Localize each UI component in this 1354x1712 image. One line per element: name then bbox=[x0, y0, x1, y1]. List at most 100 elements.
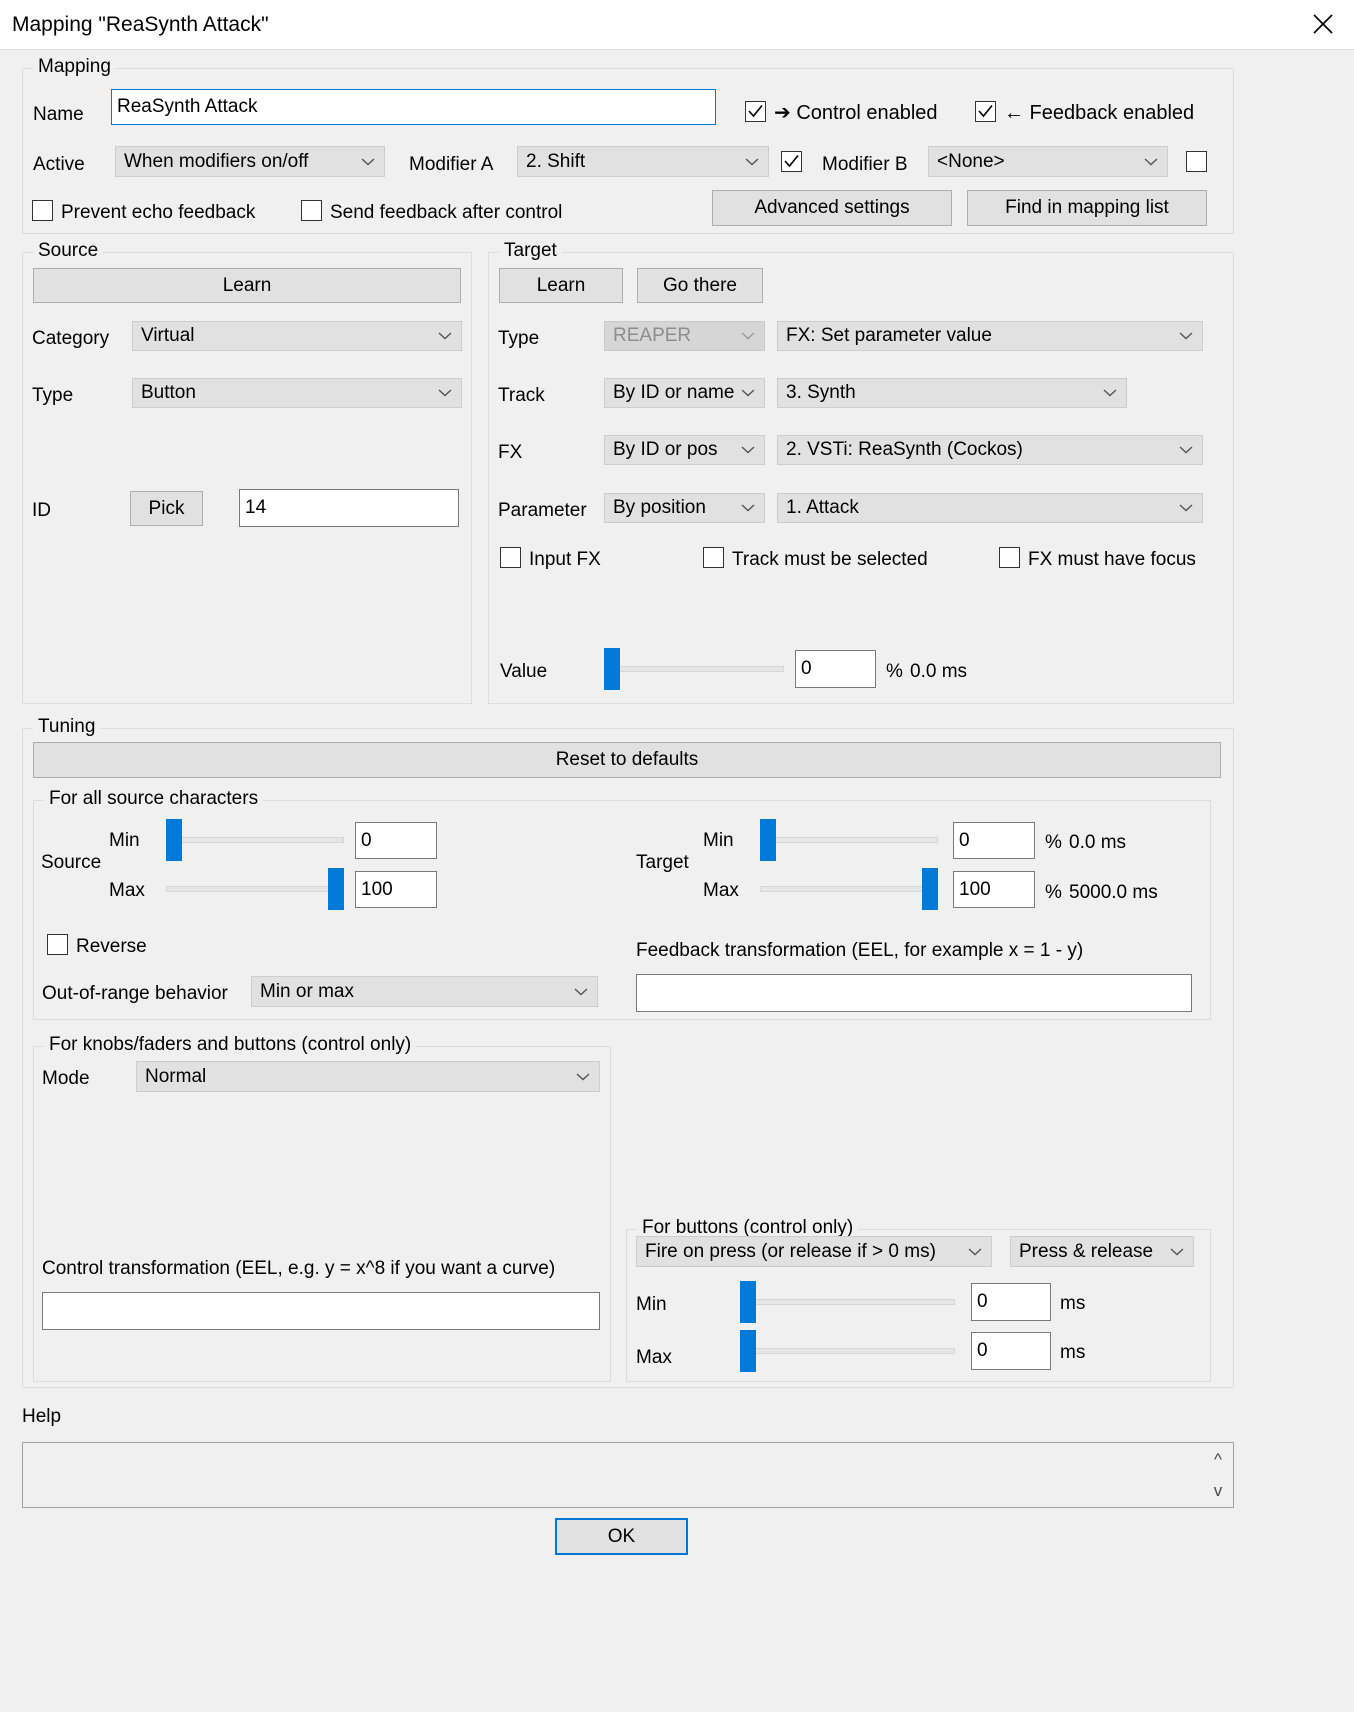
source-min-input[interactable] bbox=[355, 822, 437, 859]
control-enabled-checkbox[interactable] bbox=[745, 101, 766, 122]
slider-thumb[interactable] bbox=[922, 868, 938, 910]
target-track-mode-select[interactable]: By ID or name bbox=[604, 378, 765, 408]
find-in-mapping-list-button[interactable]: Find in mapping list bbox=[967, 190, 1207, 226]
target-value-slider[interactable] bbox=[604, 648, 784, 690]
target-value-input[interactable] bbox=[795, 650, 876, 688]
source-pick-button[interactable]: Pick bbox=[130, 491, 203, 526]
target-max-input[interactable] bbox=[953, 871, 1035, 908]
chevron-down-icon bbox=[1103, 389, 1117, 398]
control-enabled-label: ➔ Control enabled bbox=[774, 102, 938, 124]
target-fx-value: 2. VSTi: ReaSynth (Cockos) bbox=[786, 439, 1023, 460]
slider-track bbox=[166, 886, 344, 892]
source-learn-button[interactable]: Learn bbox=[33, 268, 461, 303]
mode-select[interactable]: Normal bbox=[136, 1061, 600, 1092]
source-category-value: Virtual bbox=[141, 325, 195, 346]
slider-track bbox=[604, 666, 784, 672]
source-group: Source bbox=[22, 240, 472, 704]
track-must-be-selected-checkbox[interactable] bbox=[703, 547, 724, 568]
source-min-slider[interactable] bbox=[166, 819, 344, 861]
button-min-slider[interactable] bbox=[740, 1281, 955, 1323]
close-icon[interactable] bbox=[1292, 0, 1354, 48]
modifier-a-select[interactable]: 2. Shift bbox=[517, 146, 769, 177]
reset-to-defaults-button[interactable]: Reset to defaults bbox=[33, 742, 1221, 778]
chevron-down-icon[interactable]: v bbox=[1214, 1482, 1223, 1499]
target-fx-mode-select[interactable]: By ID or pos bbox=[604, 435, 765, 465]
control-transformation-input[interactable] bbox=[42, 1292, 600, 1330]
target-parameter-select[interactable]: 1. Attack bbox=[777, 493, 1203, 523]
button-min-input[interactable] bbox=[971, 1283, 1051, 1321]
reverse-checkbox[interactable] bbox=[47, 934, 68, 955]
target-go-there-button[interactable]: Go there bbox=[637, 268, 763, 303]
chevron-down-icon bbox=[741, 389, 755, 398]
send-feedback-after-control-label: Send feedback after control bbox=[330, 202, 563, 223]
control-transformation-label: Control transformation (EEL, e.g. y = x^… bbox=[42, 1258, 556, 1279]
advanced-settings-button[interactable]: Advanced settings bbox=[712, 190, 952, 226]
target-min-slider[interactable] bbox=[760, 819, 938, 861]
modifier-a-checkbox[interactable] bbox=[781, 151, 802, 172]
slider-track bbox=[760, 886, 938, 892]
prevent-echo-feedback-checkbox[interactable] bbox=[32, 200, 53, 221]
all-source-characters-legend: For all source characters bbox=[44, 788, 264, 810]
feedback-enabled-label: ← Feedback enabled bbox=[1004, 102, 1195, 124]
chevron-down-icon bbox=[438, 389, 452, 398]
button-max-slider[interactable] bbox=[740, 1330, 955, 1372]
target-fx-select[interactable]: 2. VSTi: ReaSynth (Cockos) bbox=[777, 435, 1203, 465]
help-scrollbar[interactable]: ^ v bbox=[1207, 1443, 1229, 1507]
slider-thumb[interactable] bbox=[166, 819, 182, 861]
chevron-down-icon bbox=[741, 504, 755, 513]
slider-thumb[interactable] bbox=[328, 868, 344, 910]
slider-thumb[interactable] bbox=[740, 1281, 756, 1323]
button-max-input[interactable] bbox=[971, 1332, 1051, 1370]
chevron-down-icon bbox=[1179, 446, 1193, 455]
target-learn-button[interactable]: Learn bbox=[499, 268, 623, 303]
input-fx-checkbox[interactable] bbox=[500, 547, 521, 568]
chevron-down-icon bbox=[1144, 157, 1158, 166]
active-select-value: When modifiers on/off bbox=[124, 150, 309, 172]
feedback-enabled-checkbox[interactable] bbox=[975, 101, 996, 122]
feedback-transformation-input[interactable] bbox=[636, 974, 1192, 1012]
send-feedback-after-control-checkbox[interactable] bbox=[301, 200, 322, 221]
target-fx-label: FX bbox=[498, 442, 523, 463]
modifier-a-select-value: 2. Shift bbox=[526, 150, 586, 172]
name-input[interactable] bbox=[111, 89, 716, 125]
target-parameter-mode-select[interactable]: By position bbox=[604, 493, 765, 523]
slider-thumb[interactable] bbox=[740, 1330, 756, 1372]
target-min-input[interactable] bbox=[953, 822, 1035, 859]
target-track-mode-value: By ID or name bbox=[613, 382, 735, 403]
target-type-value: FX: Set parameter value bbox=[786, 325, 992, 346]
slider-track bbox=[740, 1348, 955, 1354]
button-min-unit: ms bbox=[1060, 1293, 1086, 1314]
target-type-select[interactable]: FX: Set parameter value bbox=[777, 321, 1203, 351]
out-of-range-behavior-select[interactable]: Min or max bbox=[251, 976, 598, 1007]
source-type-select[interactable]: Button bbox=[132, 378, 462, 408]
help-textarea[interactable]: ^ v bbox=[22, 1442, 1234, 1508]
fire-mode-select[interactable]: Fire on press (or release if > 0 ms) bbox=[636, 1236, 992, 1267]
slider-track bbox=[166, 837, 344, 843]
slider-thumb[interactable] bbox=[604, 648, 620, 690]
target-max-unit: % bbox=[1045, 882, 1062, 903]
active-select[interactable]: When modifiers on/off bbox=[115, 146, 385, 177]
slider-thumb[interactable] bbox=[760, 819, 776, 861]
chevron-down-icon bbox=[438, 332, 452, 341]
target-max-slider[interactable] bbox=[760, 868, 938, 910]
help-label: Help bbox=[22, 1406, 62, 1427]
target-max-label: Max bbox=[703, 880, 739, 901]
ok-button[interactable]: OK bbox=[555, 1518, 688, 1555]
target-value-percent-unit: % bbox=[886, 661, 903, 682]
target-min-ms: 0.0 ms bbox=[1069, 832, 1127, 853]
source-category-select[interactable]: Virtual bbox=[132, 321, 462, 351]
source-id-input[interactable] bbox=[239, 489, 459, 527]
modifier-b-select[interactable]: <None> bbox=[928, 146, 1168, 177]
target-type-category-select[interactable]: REAPER bbox=[604, 321, 765, 351]
source-max-input[interactable] bbox=[355, 871, 437, 908]
press-mode-select[interactable]: Press & release bbox=[1010, 1236, 1194, 1267]
chevron-up-icon[interactable]: ^ bbox=[1214, 1451, 1222, 1468]
chevron-down-icon bbox=[741, 332, 755, 341]
reverse-label: Reverse bbox=[76, 936, 147, 957]
source-max-slider[interactable] bbox=[166, 868, 344, 910]
source-type-value: Button bbox=[141, 382, 196, 403]
modifier-b-checkbox[interactable] bbox=[1186, 151, 1207, 172]
fx-must-have-focus-checkbox[interactable] bbox=[999, 547, 1020, 568]
target-track-select[interactable]: 3. Synth bbox=[777, 378, 1127, 408]
source-min-label: Min bbox=[109, 830, 140, 851]
